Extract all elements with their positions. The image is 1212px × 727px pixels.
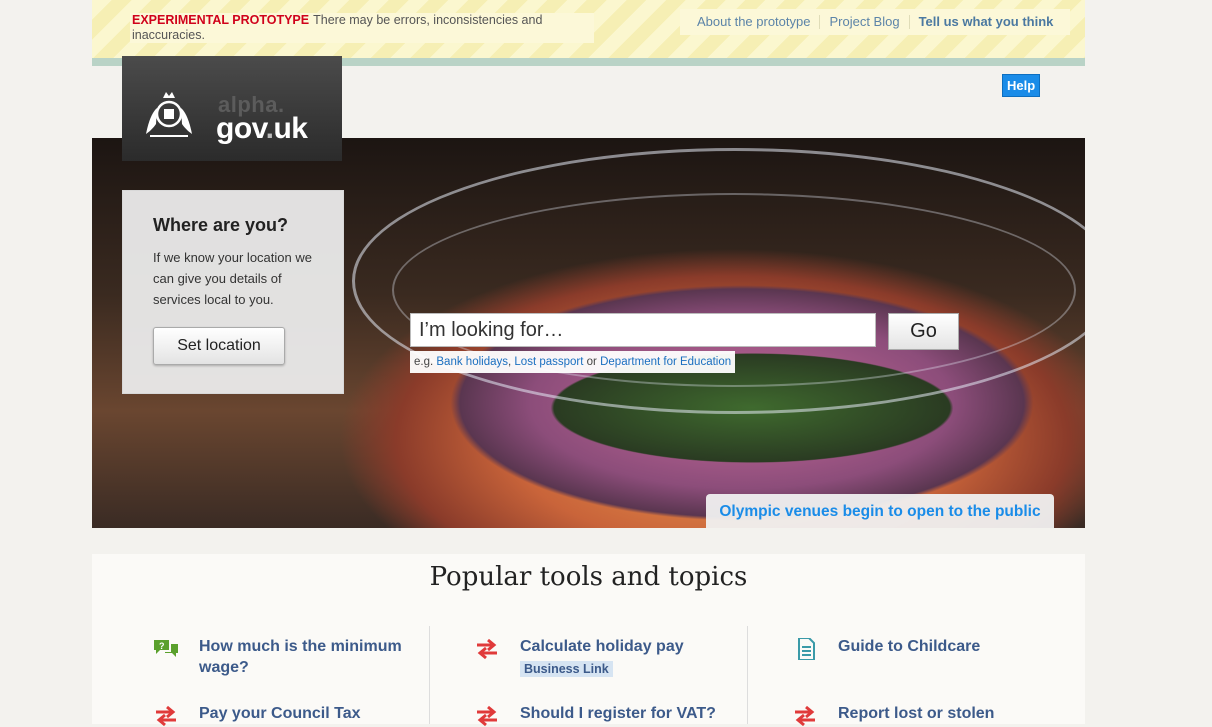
location-title: Where are you? <box>153 215 289 235</box>
feedback-link[interactable]: Tell us what you think <box>908 15 1063 29</box>
popular-item[interactable]: Guide to Childcare <box>798 636 1058 660</box>
location-description: If we know your location we can give you… <box>153 250 312 307</box>
popular-item-link[interactable]: Report lost or stolen <box>838 705 994 722</box>
source-badge: Business Link <box>520 661 613 677</box>
speech-bubble-icon: ? <box>154 640 178 657</box>
uk-text: uk <box>273 112 308 145</box>
popular-item-link[interactable]: Guide to Childcare <box>838 638 980 655</box>
prototype-links: About the prototype Project Blog Tell us… <box>680 9 1071 35</box>
example-department-education-link[interactable]: Department for Education <box>600 356 731 368</box>
about-prototype-link[interactable]: About the prototype <box>688 15 819 29</box>
exchange-arrows-icon <box>477 638 497 660</box>
help-button[interactable]: Help <box>1002 74 1041 97</box>
popular-item-link[interactable]: How much is the minimum wage? <box>199 638 402 676</box>
gov-text: gov <box>216 112 266 145</box>
site-logo[interactable]: alpha. gov.uk <box>122 56 342 161</box>
popular-item-link[interactable]: Calculate holiday pay <box>520 638 684 655</box>
search-input[interactable] <box>410 313 876 347</box>
prototype-message: EXPERIMENTAL PROTOTYPE There may be error… <box>130 13 594 43</box>
popular-item-link[interactable]: Should I register for VAT? <box>520 705 716 722</box>
popular-section: Popular tools and topics ? How much is t… <box>92 554 1085 727</box>
svg-text:?: ? <box>159 641 165 651</box>
project-blog-link[interactable]: Project Blog <box>819 15 908 29</box>
examples-comma: , <box>508 356 512 368</box>
gov-uk-wordmark: gov.uk <box>216 112 308 146</box>
popular-item-link[interactable]: Pay your Council Tax <box>199 705 361 722</box>
popular-item[interactable]: Report lost or stolen <box>795 703 1058 727</box>
feature-story-link[interactable]: Olympic venues begin to open to the publ… <box>706 494 1054 528</box>
go-button[interactable]: Go <box>888 313 959 350</box>
royal-crest-icon <box>146 92 192 137</box>
example-bank-holidays-link[interactable]: Bank holidays <box>436 356 508 368</box>
set-location-button[interactable]: Set location <box>153 327 285 365</box>
prototype-warning: EXPERIMENTAL PROTOTYPE <box>132 13 310 27</box>
example-lost-passport-link[interactable]: Lost passport <box>514 356 583 368</box>
popular-item[interactable]: ? How much is the minimum wage? <box>154 636 419 678</box>
popular-title: Popular tools and topics <box>429 562 748 592</box>
examples-or: or <box>586 356 597 368</box>
column-divider <box>429 626 430 724</box>
column-divider <box>747 626 748 724</box>
location-panel: Where are you? If we know your location … <box>122 190 344 394</box>
popular-item[interactable]: Calculate holiday pay Business Link <box>477 636 740 678</box>
document-icon <box>798 638 815 660</box>
popular-item[interactable]: Should I register for VAT? <box>477 703 740 727</box>
search-examples: e.g. Bank holidays, Lost passport or Dep… <box>410 351 736 373</box>
examples-prefix: e.g. <box>414 356 434 368</box>
popular-item[interactable]: Pay your Council Tax <box>156 703 419 727</box>
